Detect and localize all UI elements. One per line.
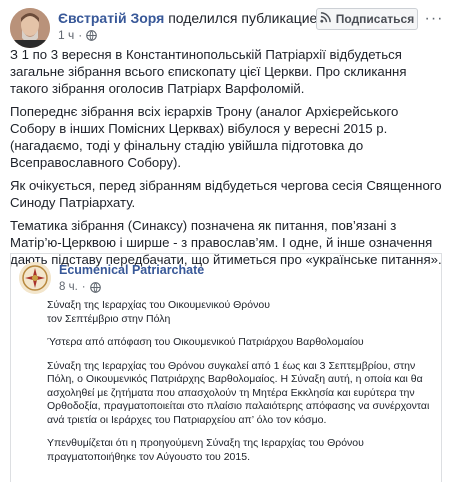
globe-icon[interactable] [86, 29, 98, 41]
shared-paragraph: Ύστερα από απόφαση του Οικουμενικού Πατρ… [47, 336, 364, 348]
meta-separator: · [78, 28, 83, 42]
author-name-link[interactable]: Євстратій Зоря [58, 10, 164, 26]
post-body: З 1 по 3 вересня в Константинопольській … [10, 46, 442, 274]
post-timestamp[interactable]: 1 ч [58, 28, 74, 42]
post-action-text: поделился публикацией. [168, 10, 330, 26]
post-header: Євстратій Зоря поделился публикацией. [58, 9, 329, 27]
subscribe-label: Подписаться [335, 12, 415, 26]
shared-meta: 8 ч. · [59, 281, 101, 293]
author-avatar[interactable] [10, 8, 50, 48]
shared-post: Євстратій Зоря поделился публикацией. 1 … [0, 0, 449, 482]
shared-paragraph: Σύναξη της Ιεραρχίας του Θρόνου συγκαλεί… [47, 359, 430, 426]
shared-paragraph: Σύναξη της Ιεραρχίας του Οικουμενικού Θρ… [47, 299, 270, 325]
meta-separator: · [81, 281, 86, 293]
post-paragraph: З 1 по 3 вересня в Константинопольській … [10, 47, 407, 96]
shared-body: Σύναξη της Ιεραρχίας του Οικουμενικού Θρ… [47, 299, 439, 474]
shared-content-card: Ecumenical Patriarchate 8 ч. · Σύναξη τη… [10, 253, 442, 482]
shared-timestamp[interactable]: 8 ч. [59, 281, 78, 293]
globe-icon[interactable] [89, 281, 101, 293]
page-avatar[interactable] [19, 262, 51, 294]
post-meta: 1 ч · [58, 28, 98, 42]
shared-paragraph: Υπενθυμίζεται ότι η προηγούμενη Σύναξη τ… [47, 437, 364, 463]
post-paragraph: Попереднє зібрання всіх ієрархів Трону (… [10, 104, 399, 170]
more-options-icon[interactable]: ··· [424, 8, 444, 30]
post-paragraph: Як очікується, перед зібранням відбудеть… [10, 178, 442, 210]
rss-icon [320, 12, 331, 26]
page-name-link[interactable]: Ecumenical Patriarchate [59, 263, 204, 277]
subscribe-button[interactable]: Подписаться [316, 8, 418, 30]
